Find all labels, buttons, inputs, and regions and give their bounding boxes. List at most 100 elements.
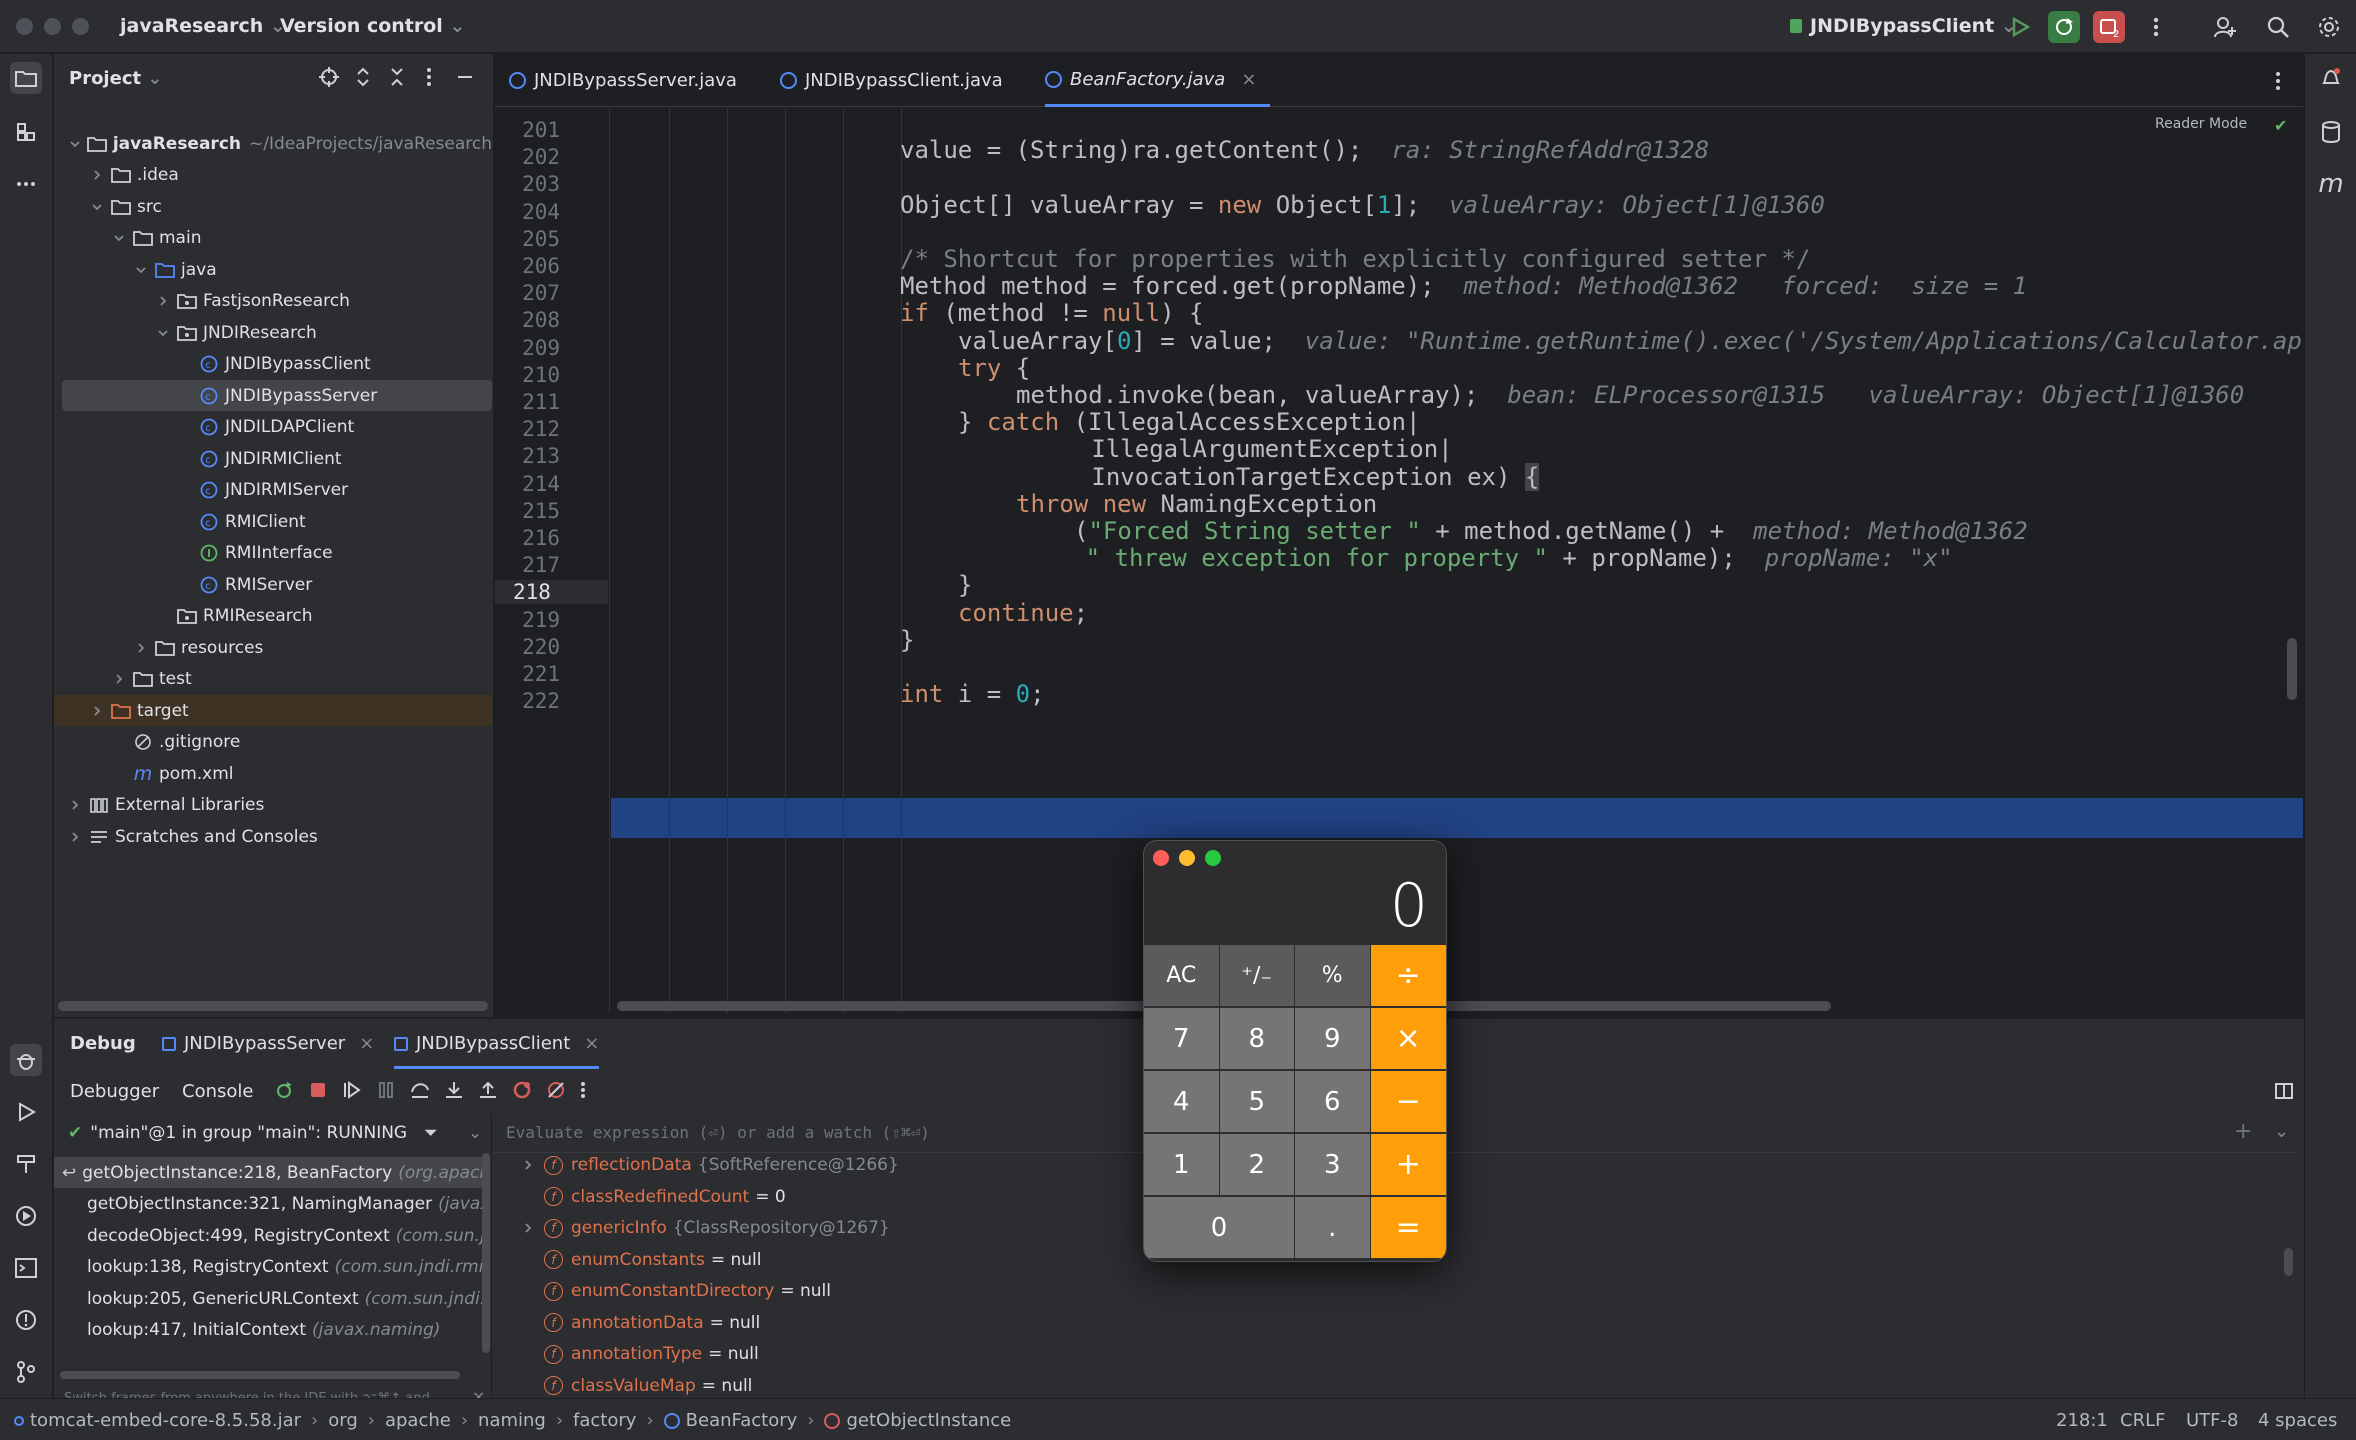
- breadcrumb-item[interactable]: tomcat-embed-core-8.5.58.jar: [14, 1410, 301, 1431]
- variable-row[interactable]: f enumConstants = null: [522, 1250, 762, 1270]
- line-number[interactable]: 207: [495, 281, 560, 305]
- window-zoom-button[interactable]: [72, 18, 89, 35]
- chevron-down-icon[interactable]: [154, 324, 172, 342]
- chevron-right-icon[interactable]: [522, 1222, 540, 1234]
- line-number[interactable]: 215: [495, 499, 560, 523]
- file-encoding[interactable]: UTF-8: [2186, 1410, 2238, 1431]
- database-icon[interactable]: [2315, 116, 2347, 148]
- chevron-right-icon[interactable]: [88, 702, 106, 720]
- window-close-button[interactable]: [16, 18, 33, 35]
- calc-key-6[interactable]: 6: [1295, 1071, 1371, 1133]
- breadcrumb-item[interactable]: factory: [573, 1410, 636, 1431]
- chevron-right-icon[interactable]: [66, 796, 84, 814]
- variable-row[interactable]: f classRedefinedCount = 0: [522, 1187, 786, 1207]
- line-number[interactable]: 205: [495, 227, 560, 251]
- tree-item-rmiresearch[interactable]: RMIResearch: [54, 601, 492, 632]
- indent-setting[interactable]: 4 spaces: [2258, 1410, 2337, 1431]
- code-editor[interactable]: value = (String)ra.getContent(); ra: Str…: [611, 108, 2303, 1013]
- line-number[interactable]: 209: [495, 336, 560, 360]
- step-into-icon[interactable]: [444, 1080, 464, 1100]
- tab-close-icon[interactable]: ×: [1241, 69, 1256, 90]
- line-number[interactable]: 210: [495, 363, 560, 387]
- tree-item-rmiserver[interactable]: c RMIServer: [54, 569, 492, 600]
- watch-history-icon[interactable]: ⌄: [2274, 1121, 2289, 1142]
- line-number[interactable]: 203: [495, 172, 560, 196]
- pause-icon[interactable]: [376, 1080, 396, 1100]
- tree-item-jndibypassserver[interactable]: c JNDIBypassServer: [62, 380, 492, 411]
- session-tab-server[interactable]: JNDIBypassServer ×: [162, 1033, 374, 1054]
- chevron-right-icon[interactable]: [88, 166, 106, 184]
- tab-jndibypassserver[interactable]: JNDIBypassServer.java: [509, 54, 737, 107]
- run-icon[interactable]: [2004, 11, 2036, 43]
- line-number[interactable]: 211: [495, 390, 560, 414]
- breadcrumb-item[interactable]: apache: [385, 1410, 451, 1431]
- line-number[interactable]: 218: [495, 580, 608, 605]
- debug-bug-icon[interactable]: [10, 1044, 42, 1076]
- stack-frame[interactable]: ↩ getObjectInstance:218, BeanFactory (org.…: [54, 1157, 484, 1188]
- variable-row[interactable]: f annotationData = null: [522, 1313, 760, 1333]
- console-tab[interactable]: Console: [182, 1081, 253, 1102]
- line-number[interactable]: 217: [495, 553, 560, 577]
- calc-zoom-button[interactable]: [1205, 850, 1221, 866]
- tree-item-test[interactable]: test: [54, 664, 492, 695]
- stack-frame[interactable]: lookup:205, GenericURLContext (com.sun.jn…: [54, 1283, 484, 1314]
- tree-item-jndildapclient[interactable]: c JNDILDAPClient: [54, 412, 492, 443]
- services-icon[interactable]: [10, 1200, 42, 1232]
- breadcrumb-item[interactable]: naming: [478, 1410, 546, 1431]
- calc-key-minus[interactable]: −: [1371, 1071, 1446, 1133]
- step-out-icon[interactable]: [478, 1080, 498, 1100]
- variable-row[interactable]: f genericInfo {ClassRepository@1267}: [522, 1218, 890, 1238]
- build-hammer-icon[interactable]: [10, 1148, 42, 1180]
- line-number[interactable]: 204: [495, 200, 560, 224]
- variables-vscrollbar[interactable]: [2284, 1248, 2293, 1276]
- line-number[interactable]: 216: [495, 526, 560, 550]
- chevron-right-icon[interactable]: [132, 639, 150, 657]
- tab-jndibypassclient[interactable]: JNDIBypassClient.java: [780, 54, 1003, 107]
- search-icon[interactable]: [2262, 11, 2294, 43]
- debug-rerun-icon[interactable]: [2048, 11, 2080, 43]
- breadcrumb-item[interactable]: BeanFactory: [663, 1410, 797, 1431]
- tree-item-jndibypassclient[interactable]: c JNDIBypassClient: [54, 349, 492, 380]
- breadcrumb-item[interactable]: org: [328, 1410, 358, 1431]
- line-number[interactable]: 206: [495, 254, 560, 278]
- tree-item-rmiclient[interactable]: c RMIClient: [54, 506, 492, 537]
- frames-vscrollbar[interactable]: [482, 1153, 490, 1353]
- session-close-icon[interactable]: ×: [584, 1033, 599, 1054]
- calc-minimize-button[interactable]: [1179, 850, 1195, 866]
- variable-row[interactable]: f classValueMap = null: [522, 1376, 752, 1396]
- project-folder-icon[interactable]: [10, 62, 42, 94]
- calc-key-2[interactable]: 2: [1219, 1134, 1295, 1196]
- line-number[interactable]: 214: [495, 472, 560, 496]
- stack-frame[interactable]: decodeObject:499, RegistryContext (com.su…: [54, 1220, 484, 1251]
- project-switcher[interactable]: javaResearch ⌄: [120, 15, 286, 37]
- notifications-bell-icon[interactable]: [2315, 62, 2347, 94]
- line-number[interactable]: 219: [495, 608, 560, 632]
- calc-key-0[interactable]: 0: [1144, 1197, 1295, 1259]
- calc-close-button[interactable]: [1153, 850, 1169, 866]
- chevron-right-icon[interactable]: [522, 1159, 540, 1171]
- tree-item-rmiinterface[interactable]: RMIInterface: [54, 538, 492, 569]
- calc-key-1[interactable]: 1: [1144, 1134, 1220, 1196]
- locate-icon[interactable]: [318, 66, 340, 88]
- chevron-down-icon[interactable]: [110, 229, 128, 247]
- mute-breakpoints-icon[interactable]: [546, 1080, 566, 1100]
- session-tab-client[interactable]: JNDIBypassClient ×: [394, 1033, 600, 1069]
- line-number[interactable]: 220: [495, 635, 560, 659]
- more-tools-icon[interactable]: [10, 168, 42, 200]
- tree-item-jndiresearch[interactable]: JNDIResearch: [54, 317, 492, 348]
- tree-item-pom-xml[interactable]: m pom.xml: [54, 758, 492, 789]
- calc-key-clear[interactable]: AC: [1144, 945, 1220, 1007]
- line-number[interactable]: 212: [495, 417, 560, 441]
- structure-icon[interactable]: [10, 116, 42, 148]
- thread-selector[interactable]: ✔ "main"@1 in group "main": RUNNING ⏷ ⌄: [54, 1113, 492, 1153]
- tree-item-src[interactable]: src: [54, 191, 492, 222]
- calc-key-3[interactable]: 3: [1295, 1134, 1371, 1196]
- chevron-right-icon[interactable]: [66, 828, 84, 846]
- calc-key-percent[interactable]: %: [1295, 945, 1371, 1007]
- stack-frame[interactable]: lookup:138, RegistryContext (com.sun.jndi…: [54, 1252, 484, 1283]
- line-number[interactable]: 201: [495, 118, 560, 142]
- stack-frame[interactable]: lookup:417, InitialContext (javax.naming): [54, 1315, 484, 1346]
- chevron-right-icon[interactable]: [154, 292, 172, 310]
- line-number[interactable]: 208: [495, 308, 560, 332]
- stop-debug-icon[interactable]: [308, 1080, 328, 1100]
